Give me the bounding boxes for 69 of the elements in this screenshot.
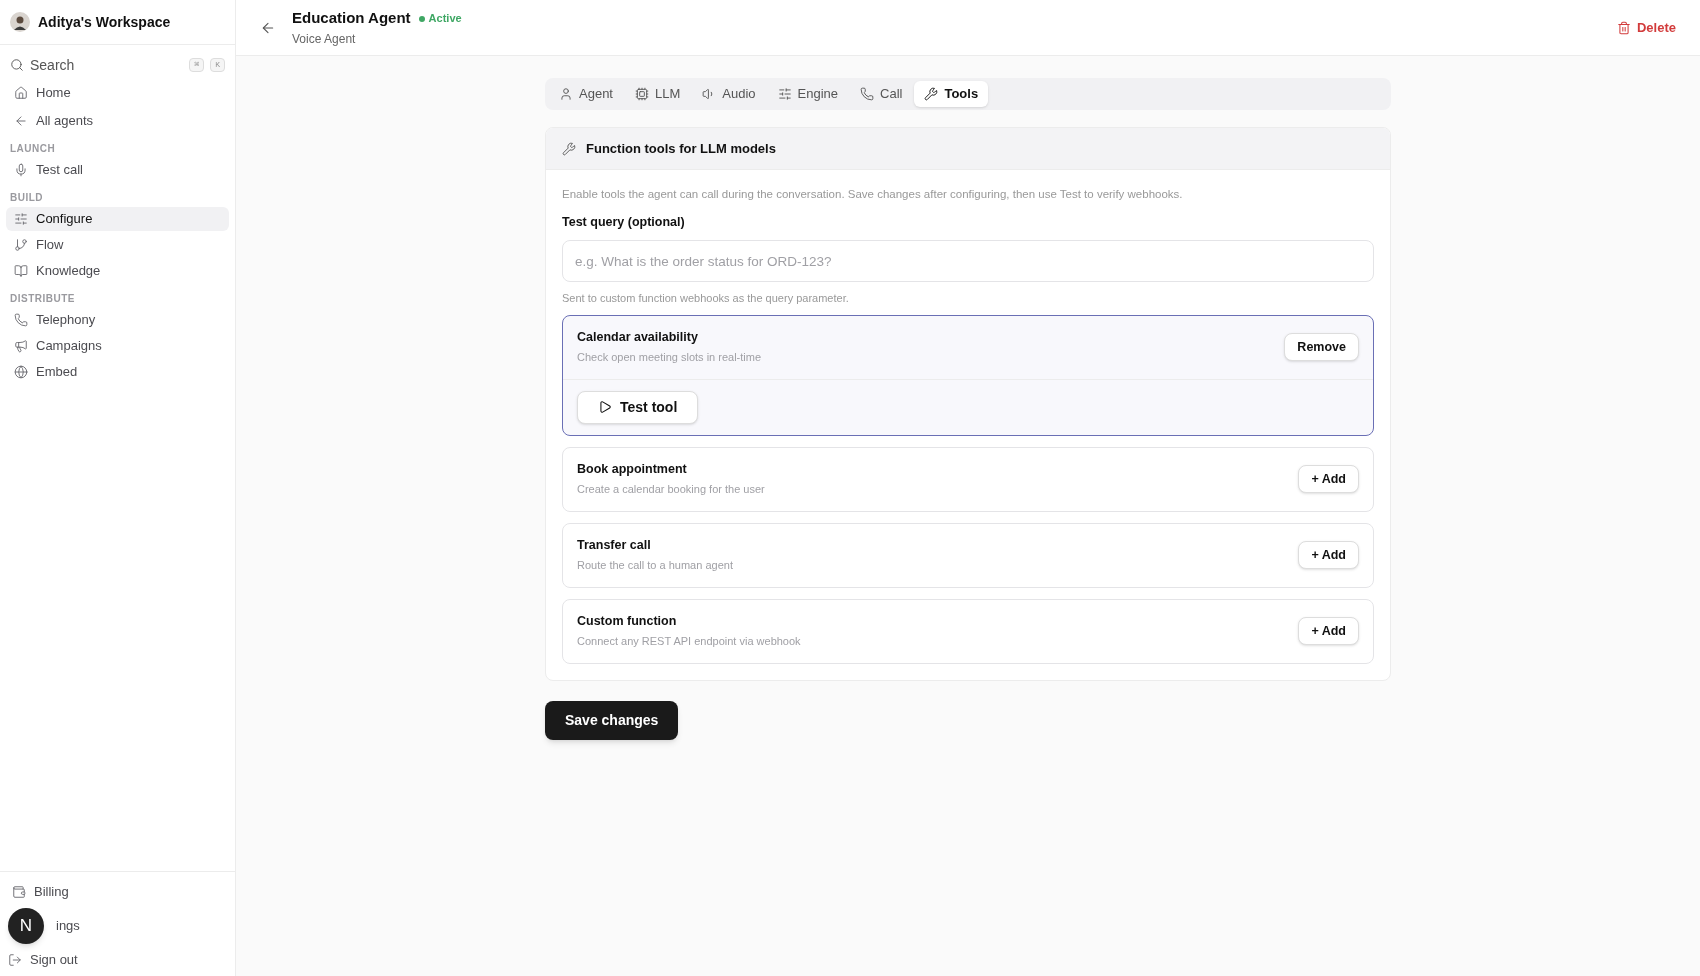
globe-icon <box>14 365 28 379</box>
tool-description: Check open meeting slots in real-time <box>577 350 763 366</box>
card-description: Enable tools the agent can call during the conversation. Save changes after configuring, then use Test to verify webhooks. <box>562 187 1184 202</box>
tool-description: Create a calendar booking for the user <box>577 482 766 498</box>
status-badge: Active <box>418 10 462 27</box>
phone-icon <box>860 87 874 101</box>
tab[interactable]: Call <box>850 81 913 107</box>
avatar-icon <box>10 12 30 32</box>
tool-name: Transfer call <box>577 537 652 555</box>
tool-name: Calendar availability <box>577 329 699 347</box>
add-button[interactable]: + Add <box>1298 541 1359 569</box>
sidebar-item[interactable]: Telephony <box>6 308 229 332</box>
add-button[interactable]: + Add <box>1298 465 1359 493</box>
microphone-icon <box>14 163 28 177</box>
sidebar-item[interactable]: Embed <box>6 360 229 384</box>
chip-icon <box>635 87 649 101</box>
agent-subtitle: Voice Agent <box>292 30 357 48</box>
sidebar-item[interactable]: Billing <box>12 882 69 902</box>
field-hint: Sent to custom function webhooks as the query parameter. <box>562 291 850 306</box>
sidebar-item[interactable]: ings <box>56 916 80 936</box>
tab[interactable]: Audio <box>692 81 766 107</box>
search-field[interactable]: Search ⌘ K <box>6 53 229 77</box>
user-icon <box>559 87 573 101</box>
tab[interactable]: Tools <box>914 81 989 107</box>
agent-title: Education Agent <box>292 8 411 29</box>
section-label: DISTRIBUTE <box>9 292 76 306</box>
search-icon <box>10 58 24 72</box>
sidebar-item[interactable]: Sign out <box>8 950 78 970</box>
megaphone-icon <box>14 339 28 353</box>
field-label: Test query (optional) <box>562 214 686 232</box>
tool-description: Route the call to a human agent <box>577 558 734 574</box>
sliders-icon <box>14 212 28 226</box>
wrench-icon <box>924 87 939 101</box>
test-query-field[interactable]: e.g. What is the order status for ORD-123? <box>562 240 1374 282</box>
wallet-icon <box>12 885 26 899</box>
sidebar-item[interactable]: Configure <box>6 207 229 231</box>
test-tool-button[interactable]: Test tool <box>577 390 699 424</box>
phone-icon <box>14 313 28 327</box>
home-icon <box>14 86 28 100</box>
trash-icon <box>1616 20 1631 35</box>
tool-description: Connect any REST API endpoint via webhook <box>577 634 802 650</box>
add-button[interactable]: + Add <box>1298 617 1359 645</box>
sidebar-item[interactable]: Campaigns <box>6 334 229 358</box>
book-icon <box>14 264 28 278</box>
sidebar-item[interactable]: Test call <box>6 158 229 182</box>
tool-name: Custom function <box>577 613 678 631</box>
section-label: BUILD <box>9 191 45 205</box>
shortcut-key: ⌘ <box>189 58 205 72</box>
avatar-badge[interactable]: N <box>8 908 44 944</box>
workspace-name: Aditya's Workspace <box>38 12 171 32</box>
sidebar-item[interactable]: All agents <box>6 109 229 133</box>
tool-name: Book appointment <box>577 461 688 479</box>
logout-icon <box>8 953 22 967</box>
play-icon <box>598 400 612 414</box>
tab[interactable]: Engine <box>767 81 848 107</box>
sliders-icon <box>777 87 792 101</box>
branch-icon <box>14 238 28 252</box>
section-label: LAUNCH <box>9 142 57 156</box>
remove-button[interactable]: Remove <box>1284 333 1359 361</box>
delete-button[interactable]: Delete <box>1616 17 1676 38</box>
tab[interactable]: LLM <box>625 81 691 107</box>
card-title: Function tools for LLM models <box>586 139 776 158</box>
sidebar-item[interactable]: Home <box>6 81 229 105</box>
shortcut-key: K <box>210 58 225 72</box>
tab[interactable]: Agent <box>549 81 623 107</box>
wrench-icon <box>562 141 576 156</box>
sidebar-item[interactable]: Knowledge <box>6 259 229 283</box>
save-button[interactable]: Save changes <box>545 700 679 740</box>
sidebar-item[interactable]: Flow <box>6 233 229 257</box>
